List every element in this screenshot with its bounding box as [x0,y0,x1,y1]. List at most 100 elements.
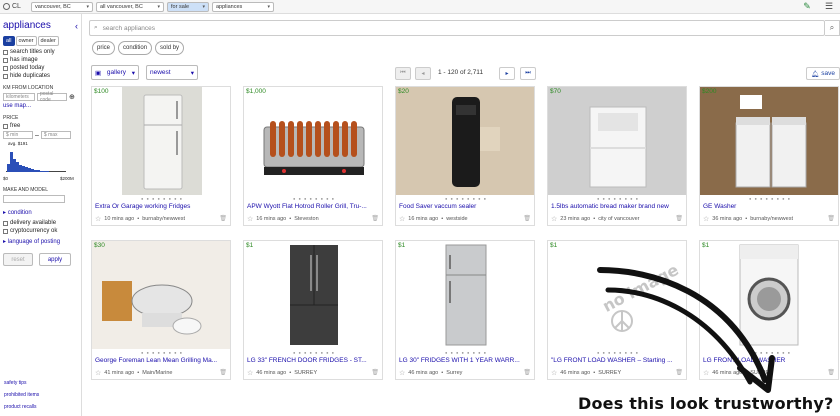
favorite-star-icon[interactable]: ☆ [399,369,405,377]
sold-by-filter[interactable]: sold by [155,41,185,55]
next-page-button[interactable]: ▸ [499,67,515,80]
favorite-star-icon[interactable]: ☆ [703,215,709,223]
favorite-star-icon[interactable]: ☆ [247,215,253,223]
listing-title[interactable]: GE Washer [703,203,837,210]
hide-trash-icon[interactable]: 🗑︎ [827,369,835,376]
listing-meta: ☆ 36 mins ago • burnaby/newwest 🗑︎ [703,215,835,223]
min-price-input[interactable]: $ min [3,131,33,139]
listing-card[interactable]: $100 ● ● ● ● ● ● ● ● Extra Or Garage worki… [91,86,231,226]
area-select[interactable]: vancouver, BC ▾ [31,1,93,12]
use-map-link[interactable]: use map... [3,103,78,109]
image-carousel-dots[interactable]: ● ● ● ● ● ● ● ● [92,196,230,201]
safety-tips-link[interactable]: safety tips [4,380,39,386]
favorite-star-icon[interactable]: ☆ [551,215,557,223]
hide-duplicates-checkbox[interactable]: hide duplicates [3,73,78,79]
image-carousel-dots[interactable]: ● ● ● ● ● ● ● ● [700,196,838,201]
hide-trash-icon[interactable]: 🗑︎ [523,369,531,376]
listing-title[interactable]: 1.5lbs automatic bread maker brand new [551,203,685,210]
search-button[interactable]: ⌕ [825,20,840,36]
make-model-input[interactable] [3,195,65,203]
listing-title[interactable]: APW Wyott Flat Hotrod Roller Grill, Tru-… [247,203,381,210]
last-page-button[interactable]: ⏭ [520,67,536,80]
craigslist-logo[interactable]: CL [3,3,31,10]
favorite-star-icon[interactable]: ☆ [95,369,101,377]
condition-link[interactable]: ▸ condition [3,209,78,216]
language-link[interactable]: ▸ language of posting [3,238,78,245]
listing-price: $1,000 [246,88,266,95]
listing-image[interactable] [396,241,534,349]
price-histogram[interactable]: avg. $191 $0 $200M [3,141,78,181]
listing-location: Steveston [294,216,319,222]
condition-filter[interactable]: condition [118,41,153,55]
listing-card[interactable]: $1 ● ● ● ● ● ● ● ● LG 30" FRIDGES WITH 1 Y… [395,240,535,380]
caret-icon: ▾ [86,3,89,10]
favorite-star-icon[interactable]: ☆ [95,215,101,223]
apply-button[interactable]: apply [39,253,71,266]
hide-trash-icon[interactable]: 🗑︎ [219,369,227,376]
account-icon[interactable]: ☰ [824,1,834,12]
view-select[interactable]: ▣ gallery ▾ [91,65,139,80]
image-carousel-dots[interactable]: ● ● ● ● ● ● ● ● [396,196,534,201]
favorite-star-icon[interactable]: ☆ [399,215,405,223]
image-carousel-dots[interactable]: ● ● ● ● ● ● ● ● [396,350,534,355]
listing-title[interactable]: Food Saver vaccum sealer [399,203,533,210]
hide-trash-icon[interactable]: 🗑︎ [371,215,379,222]
listing-title[interactable]: LG 33" FRENCH DOOR FRIDGES - ST... [247,357,381,364]
subcategory-select[interactable]: appliances ▾ [212,1,274,12]
image-carousel-dots[interactable]: ● ● ● ● ● ● ● ● [92,350,230,355]
first-page-button[interactable]: ⏮ [395,67,411,80]
postal-code-input[interactable]: postal code [37,91,67,103]
listing-meta: ☆ 46 mins ago • Surrey 🗑︎ [399,369,531,377]
price-filter[interactable]: price [92,41,116,55]
seller-all-button[interactable]: all [3,36,15,46]
listing-card[interactable]: $70 ● ● ● ● ● ● ● ● 1.5lbs automatic bread… [547,86,687,226]
favorite-star-icon[interactable]: ☆ [247,369,253,377]
hide-trash-icon[interactable]: 🗑︎ [371,369,379,376]
listing-image[interactable] [122,87,202,195]
image-carousel-dots[interactable]: ● ● ● ● ● ● ● ● [244,350,382,355]
reset-button[interactable]: reset [3,253,33,266]
prohibited-items-link[interactable]: prohibited items [4,392,39,398]
post-icon[interactable]: ✎ [802,1,812,12]
product-recalls-link[interactable]: product recalls [4,404,39,410]
search-titles-checkbox[interactable]: search titles only [3,49,78,55]
max-price-input[interactable]: $ max [40,131,71,139]
hide-trash-icon[interactable]: 🗑︎ [219,215,227,222]
subarea-select[interactable]: all vancouver, BC ▾ [96,1,164,12]
listing-image[interactable] [244,241,382,349]
category-select[interactable]: for sale ▾ [167,1,209,12]
locate-icon[interactable]: ⊕ [69,93,75,101]
collapse-sidebar-icon[interactable]: ‹ [75,21,78,31]
listing-title[interactable]: LG 30" FRIDGES WITH 1 YEAR WARR... [399,357,533,364]
hide-trash-icon[interactable]: 🗑︎ [523,215,531,222]
listing-card[interactable]: $30 ● ● ● ● ● ● ● ● George Foreman Lean Me… [91,240,231,380]
hide-trash-icon[interactable]: 🗑︎ [827,215,835,222]
listing-image[interactable] [92,241,230,349]
free-checkbox[interactable]: free [3,123,78,129]
delivery-checkbox[interactable]: delivery available [3,220,78,226]
crypto-checkbox[interactable]: cryptocurrency ok [3,228,78,234]
listing-image[interactable] [244,87,382,195]
listing-image[interactable] [700,87,838,195]
favorite-star-icon[interactable]: ☆ [551,369,557,377]
listing-image[interactable] [548,87,686,195]
image-carousel-dots[interactable]: ● ● ● ● ● ● ● ● [244,196,382,201]
posted-today-checkbox[interactable]: posted today [3,65,78,71]
has-image-checkbox[interactable]: has image [3,57,78,63]
km-input[interactable]: kilometers [3,93,35,101]
seller-owner-button[interactable]: owner [15,36,37,46]
listing-title[interactable]: George Foreman Lean Mean Grilling Ma... [95,357,229,364]
seller-dealer-button[interactable]: dealer [37,36,59,46]
hide-trash-icon[interactable]: 🗑︎ [675,215,683,222]
image-carousel-dots[interactable]: ● ● ● ● ● ● ● ● [548,196,686,201]
sort-select[interactable]: newest ▾ [146,65,198,80]
search-input[interactable]: ⌕ search appliances [89,20,825,36]
prev-page-button[interactable]: ◂ [415,67,431,80]
listing-image[interactable] [396,87,534,195]
listing-card[interactable]: $1 ● ● ● ● ● ● ● ● LG 33" FRENCH DOOR FRID… [243,240,383,380]
listing-card[interactable]: $200 ● ● ● ● ● ● ● ● GE Washer ☆ 36 mins ago… [699,86,839,226]
listing-card[interactable]: $1,000 ● ● ● ● ● ● ● ● APW Wyott Flat Hotr… [243,86,383,226]
save-search-button[interactable]: 🔔︎ save [806,67,840,80]
listing-title[interactable]: Extra Or Garage working Fridges [95,203,229,210]
listing-card[interactable]: $20 ● ● ● ● ● ● ● ● Food Saver vaccum seal… [395,86,535,226]
